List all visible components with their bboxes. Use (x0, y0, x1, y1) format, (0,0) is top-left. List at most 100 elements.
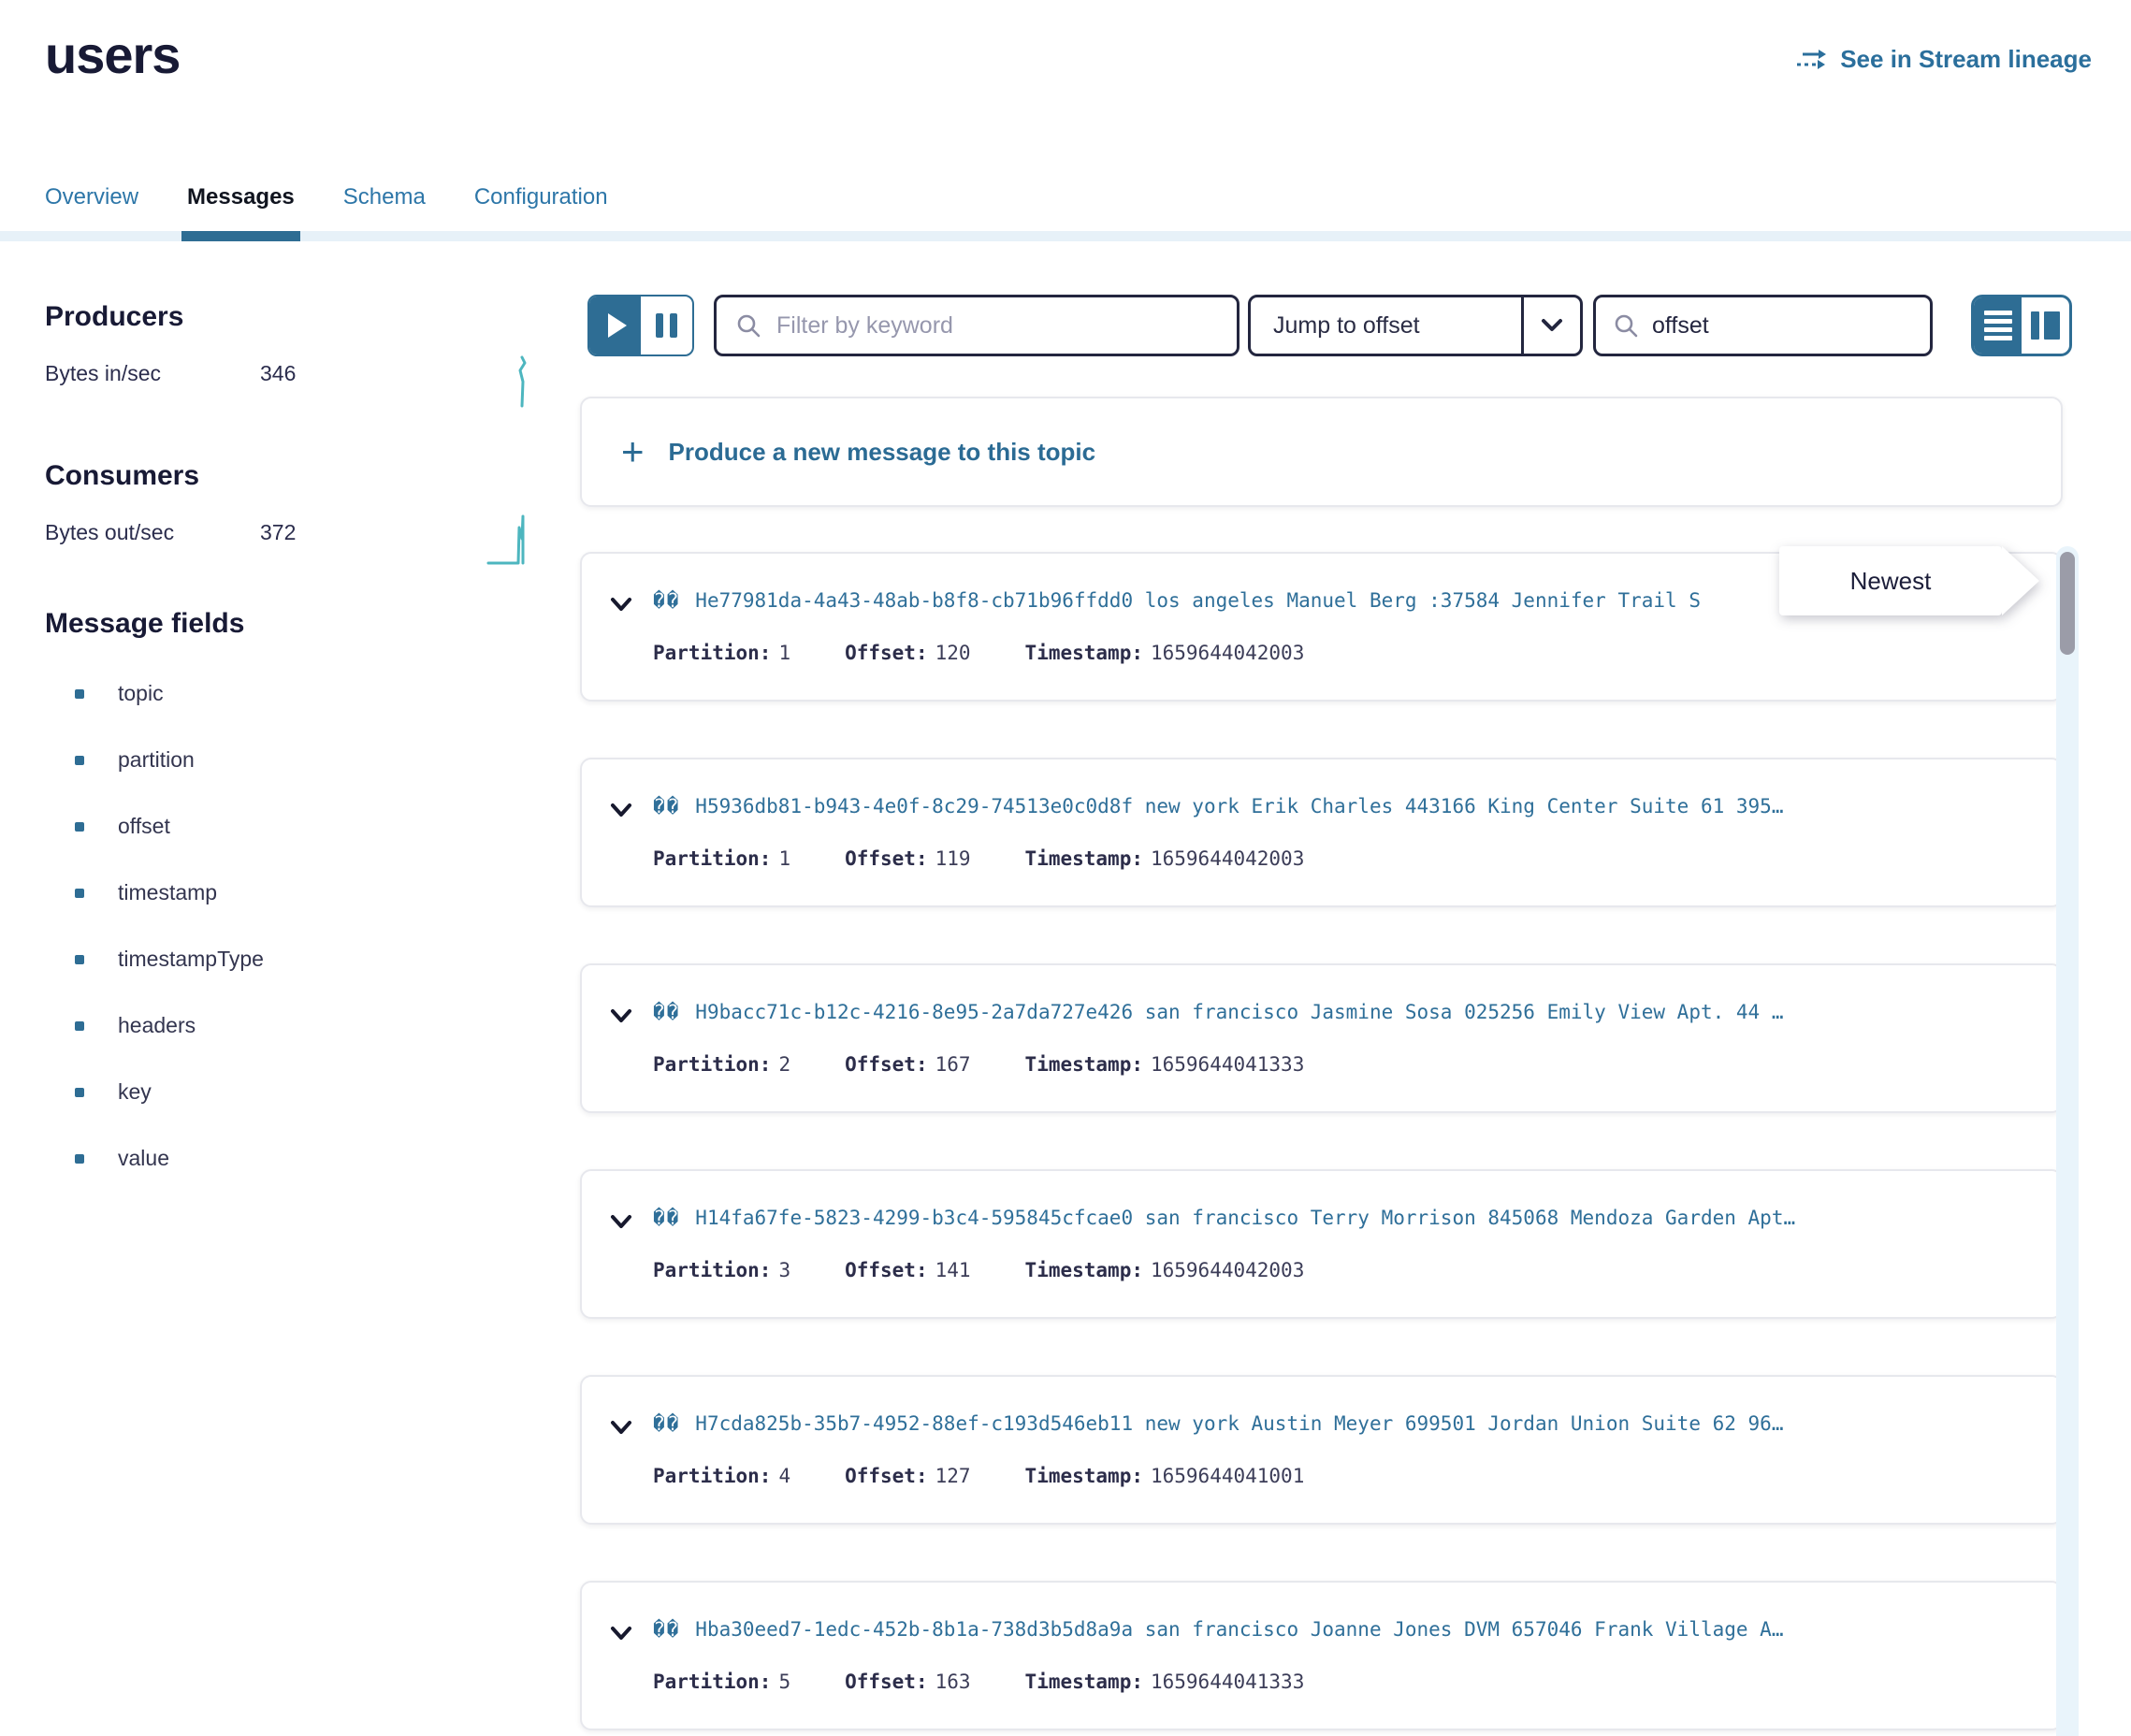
play-button[interactable] (589, 297, 641, 354)
expand-chevron-icon[interactable] (608, 1003, 634, 1029)
field-item-timestampType: timestampType (45, 947, 264, 972)
offset-value: 167 (935, 1053, 971, 1076)
unknown-char-icon: �� (653, 1618, 680, 1641)
offset-value: 119 (935, 847, 971, 870)
bytes-out-stat: Bytes out/sec 372 (45, 514, 550, 571)
offset-input[interactable] (1650, 311, 1955, 340)
partition-label: Partition: (653, 642, 771, 664)
partition-value: 1 (778, 847, 790, 870)
messages-toolbar: Jump to offset (580, 295, 2077, 356)
timestamp-label: Timestamp: (1025, 642, 1143, 664)
bytes-out-value: 372 (260, 520, 296, 545)
offset-value: 120 (935, 642, 971, 664)
timestamp-label: Timestamp: (1025, 1053, 1143, 1076)
expand-chevron-icon[interactable] (608, 591, 634, 617)
bytes-in-label: Bytes in/sec (45, 361, 161, 386)
message-metadata: Partition:5Offset:163Timestamp:165964404… (653, 1671, 1304, 1693)
offset-label: Offset: (845, 1465, 928, 1487)
offset-value: 127 (935, 1465, 971, 1487)
unknown-char-icon: �� (653, 1207, 680, 1229)
newest-tooltip: Newest (1779, 546, 2002, 615)
pause-icon (656, 313, 677, 338)
message-preview-text: H5936db81-b943-4e0f-8c29-74513e0c0d8f ne… (695, 795, 1783, 817)
jump-to-offset-value: Jump to offset (1251, 312, 1521, 340)
expand-chevron-icon[interactable] (608, 797, 634, 823)
produce-message-button[interactable]: + Produce a new message to this topic (580, 397, 2063, 507)
offset-label: Offset: (845, 1053, 928, 1076)
page-title: users (45, 24, 180, 85)
message-preview: �� Hba30eed7-1edc-452b-8b1a-738d3b5d8a9a … (653, 1618, 2038, 1641)
unknown-char-icon: �� (653, 1412, 680, 1435)
filter-field (714, 295, 1239, 356)
message-preview-text: He77981da-4a43-48ab-b8f8-cb71b96ffdd0 lo… (695, 589, 1701, 612)
expand-chevron-icon[interactable] (608, 1620, 634, 1646)
partition-label: Partition: (653, 1671, 771, 1693)
message-preview-text: H14fa67fe-5823-4299-b3c4-595845cfcae0 sa… (695, 1207, 1795, 1229)
view-mode-toggle (1971, 295, 2072, 356)
consumers-heading: Consumers (45, 460, 199, 492)
timestamp-value: 1659644042003 (1151, 642, 1304, 664)
produce-message-label: Produce a new message to this topic (669, 438, 1096, 467)
field-bullet-icon (75, 1088, 84, 1097)
field-bullet-icon (75, 1021, 84, 1031)
field-item-partition: partition (45, 747, 264, 773)
partition-value: 2 (778, 1053, 790, 1076)
message-metadata: Partition:2Offset:167Timestamp:165964404… (653, 1053, 1304, 1076)
timestamp-value: 1659644042003 (1151, 847, 1304, 870)
list-view-button[interactable] (1974, 297, 2022, 354)
pause-button[interactable] (641, 297, 692, 354)
timestamp-label: Timestamp: (1025, 847, 1143, 870)
partition-value: 4 (778, 1465, 790, 1487)
field-item-headers: headers (45, 1013, 264, 1038)
expand-chevron-icon[interactable] (608, 1208, 634, 1235)
message-row[interactable]: �� H14fa67fe-5823-4299-b3c4-595845cfcae0 … (580, 1169, 2063, 1319)
producers-heading: Producers (45, 301, 183, 333)
tab-messages[interactable]: Messages (187, 183, 295, 241)
expand-chevron-icon[interactable] (608, 1414, 634, 1440)
unknown-char-icon: �� (653, 795, 680, 817)
bytes-in-value: 346 (260, 361, 296, 386)
message-fields-heading: Message fields (45, 608, 244, 640)
message-preview-text: H7cda825b-35b7-4952-88ef-c193d546eb11 ne… (695, 1412, 1783, 1435)
chevron-down-icon (1521, 297, 1580, 354)
unknown-char-icon: �� (653, 1001, 680, 1023)
message-preview: �� H5936db81-b943-4e0f-8c29-74513e0c0d8f … (653, 795, 2038, 817)
newest-tooltip-label: Newest (1850, 567, 1932, 596)
message-fields-list: topic partition offset timestamp timesta… (45, 681, 264, 1212)
message-list: �� He77981da-4a43-48ab-b8f8-cb71b96ffdd0 … (580, 552, 2063, 1736)
column-view-button[interactable] (2022, 297, 2069, 354)
scrollbar-thumb[interactable] (2060, 552, 2075, 655)
partition-value: 1 (778, 642, 790, 664)
message-row[interactable]: �� H9bacc71c-b12c-4216-8e95-2a7da727e426 … (580, 963, 2063, 1113)
play-pause-toggle (587, 295, 694, 356)
search-icon (735, 312, 761, 339)
unknown-char-icon: �� (653, 589, 680, 612)
offset-label: Offset: (845, 1259, 928, 1281)
bytes-in-sparkline (486, 352, 531, 412)
field-item-timestamp: timestamp (45, 880, 264, 905)
jump-to-offset-select[interactable]: Jump to offset (1248, 295, 1583, 356)
field-bullet-icon (75, 756, 84, 765)
field-item-value: value (45, 1146, 264, 1171)
messages-panel: Jump to offset (580, 0, 2077, 1736)
field-bullet-icon (75, 1154, 84, 1164)
field-bullet-icon (75, 889, 84, 898)
field-item-offset: offset (45, 814, 264, 839)
timestamp-label: Timestamp: (1025, 1671, 1143, 1693)
message-row[interactable]: �� Hba30eed7-1edc-452b-8b1a-738d3b5d8a9a … (580, 1581, 2063, 1730)
message-metadata: Partition:3Offset:141Timestamp:165964404… (653, 1259, 1304, 1281)
partition-label: Partition: (653, 1259, 771, 1281)
message-row[interactable]: �� H7cda825b-35b7-4952-88ef-c193d546eb11 … (580, 1375, 2063, 1525)
scrollbar-track[interactable] (2056, 546, 2079, 1736)
offset-search-field (1593, 295, 1933, 356)
message-preview-text: Hba30eed7-1edc-452b-8b1a-738d3b5d8a9a sa… (695, 1618, 1783, 1641)
message-preview-text: H9bacc71c-b12c-4216-8e95-2a7da727e426 sa… (695, 1001, 1783, 1023)
offset-value: 141 (935, 1259, 971, 1281)
bytes-in-stat: Bytes in/sec 346 (45, 355, 550, 412)
partition-label: Partition: (653, 1053, 771, 1076)
message-row[interactable]: �� H5936db81-b943-4e0f-8c29-74513e0c0d8f … (580, 758, 2063, 907)
topic-messages-page: users See in Stream lineage Overview Mes… (0, 0, 2131, 1736)
filter-keyword-input[interactable] (775, 311, 1237, 340)
offset-label: Offset: (845, 847, 928, 870)
column-view-icon (2031, 311, 2060, 340)
